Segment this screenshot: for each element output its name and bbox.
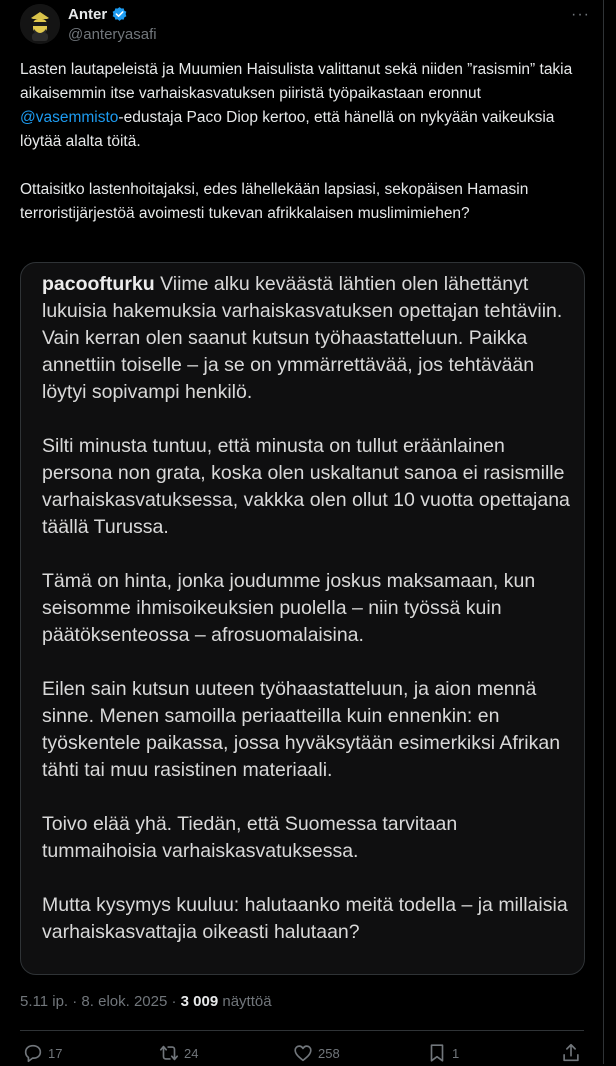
screenshot-paragraph-3: Tämä on hinta, jonka joudumme joskus mak… xyxy=(42,570,536,646)
repost-button[interactable]: 24 xyxy=(158,1042,198,1064)
screenshot-paragraph-5: Toivo elää yhä. Tiedän, että Suomessa ta… xyxy=(42,813,458,862)
screenshot-paragraph-1: pacoofturku Viime alku keväästä lähtien … xyxy=(42,271,572,406)
heart-icon xyxy=(294,1045,312,1062)
share-button[interactable] xyxy=(560,1042,582,1064)
divider xyxy=(20,1030,584,1031)
tweet-text: Lasten lautapeleistä ja Muumien Haisulis… xyxy=(20,58,580,250)
tweet-meta: 5.11 ip. · 8. elok. 2025 · 3 009 näyttöä xyxy=(20,993,272,1010)
repost-icon xyxy=(159,1045,179,1061)
tweet: Anter @anteryasafi ··· Lasten lautapelei… xyxy=(0,0,604,1064)
bookmark-button[interactable]: 1 xyxy=(426,1042,459,1064)
action-bar: 17 24 258 1 xyxy=(20,1042,590,1066)
tweet-paragraph-2: Ottaisitko lastenhoitajaksi, edes lähell… xyxy=(20,181,529,222)
reply-icon xyxy=(24,1044,42,1063)
reply-button[interactable]: 17 xyxy=(22,1042,62,1064)
screenshot-text: pacoofturku Viime alku keväästä lähtien … xyxy=(42,271,572,973)
mention-link[interactable]: @vasemmisto xyxy=(20,109,118,126)
display-name[interactable]: Anter xyxy=(68,6,107,23)
name-row: Anter xyxy=(68,6,128,23)
screenshot-username: pacoofturku xyxy=(42,273,155,295)
screenshot-paragraph-6: Mutta kysymys kuuluu: halutaanko meitä t… xyxy=(42,894,568,943)
bookmark-icon xyxy=(430,1044,444,1062)
reply-count: 17 xyxy=(48,1045,63,1061)
views-count: 3 009 xyxy=(180,993,219,1010)
user-handle[interactable]: @anteryasafi xyxy=(68,26,157,43)
avatar-image xyxy=(20,4,60,44)
tweet-header: Anter @anteryasafi ··· xyxy=(20,4,596,44)
repost-count: 24 xyxy=(184,1045,199,1061)
verified-badge-icon xyxy=(111,6,128,23)
tweet-text-segment: Lasten lautapeleistä ja Muumien Haisulis… xyxy=(20,61,573,102)
like-count: 258 xyxy=(318,1045,340,1061)
media-image[interactable]: pacoofturku Viime alku keväästä lähtien … xyxy=(20,262,585,975)
tweet-paragraph-1: Lasten lautapeleistä ja Muumien Haisulis… xyxy=(20,58,580,154)
share-icon xyxy=(563,1043,579,1062)
screenshot-paragraph-4: Eilen sain kutsun uuteen työhaastatteluu… xyxy=(42,678,561,781)
more-options-icon[interactable]: ··· xyxy=(571,6,590,24)
views-label: näyttöä xyxy=(218,993,272,1010)
screenshot-paragraph-2: Silti minusta tuntuu, että minusta on tu… xyxy=(42,435,570,538)
bookmark-count: 1 xyxy=(452,1045,460,1061)
like-button[interactable]: 258 xyxy=(292,1042,340,1064)
avatar[interactable] xyxy=(20,4,60,44)
timestamp[interactable]: 5.11 ip. · 8. elok. 2025 · xyxy=(20,993,181,1010)
